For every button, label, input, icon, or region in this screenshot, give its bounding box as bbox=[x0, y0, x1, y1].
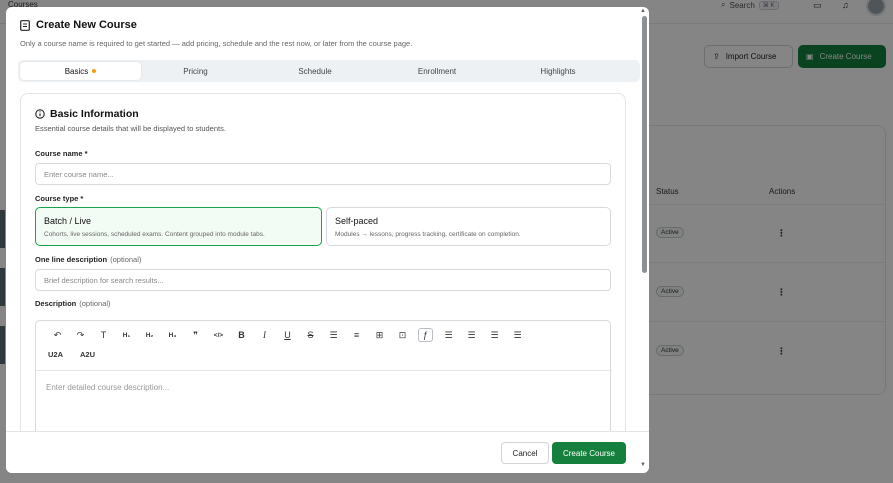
quote-icon[interactable]: ❞ bbox=[184, 328, 207, 342]
tab-label: Highlights bbox=[540, 66, 576, 76]
option-title: Batch / Live bbox=[44, 216, 92, 226]
italic-icon[interactable]: I bbox=[253, 328, 276, 342]
tab-highlights[interactable]: Highlights bbox=[494, 62, 622, 80]
align-justify-icon[interactable]: ☰ bbox=[506, 328, 529, 342]
u2a-button[interactable]: U2A bbox=[48, 350, 63, 359]
tab-basics[interactable]: Basics bbox=[20, 62, 141, 80]
dialog-header: Create New Course bbox=[20, 19, 137, 31]
tab-label: Schedule bbox=[298, 66, 332, 76]
heading-3-icon[interactable]: H₃ bbox=[161, 328, 184, 342]
one-line-description-input[interactable]: Brief description for search results... bbox=[35, 269, 611, 291]
one-line-placeholder: Brief description for search results... bbox=[44, 275, 164, 285]
course-name-label: Course name * bbox=[35, 149, 88, 158]
create-course-dialog: Create New Course Only a course name is … bbox=[6, 7, 649, 473]
tab-enrollment[interactable]: Enrollment bbox=[380, 62, 494, 80]
align-left-icon[interactable]: ☰ bbox=[437, 328, 460, 342]
tab-label: Enrollment bbox=[417, 66, 457, 76]
image-icon[interactable]: ⊡ bbox=[391, 328, 414, 342]
bold-icon[interactable]: B bbox=[230, 328, 253, 342]
bullet-list-icon[interactable]: ☰ bbox=[322, 328, 345, 342]
undo-icon[interactable]: ↶ bbox=[46, 328, 69, 342]
tab-bar: Basics Pricing Schedule Enrollment Highl… bbox=[18, 60, 640, 82]
section-title: Basic Information bbox=[35, 108, 139, 120]
scrollbar-thumb[interactable] bbox=[642, 16, 647, 273]
table-icon[interactable]: ⊞ bbox=[368, 328, 391, 342]
heading-1-icon[interactable]: H₁ bbox=[115, 328, 138, 342]
editor-toolbar: ↶ ↷ T H₁ H₂ H₃ ❞ </> B I U S ☰ ≡ ⊞ ⊡ ƒ ☰… bbox=[46, 328, 529, 342]
description-label: Description (optional) bbox=[35, 299, 111, 308]
code-icon[interactable]: </> bbox=[207, 328, 230, 342]
course-type-batch-live[interactable]: Batch / Live Cohorts, live sessions, sch… bbox=[35, 207, 322, 246]
redo-icon[interactable]: ↷ bbox=[69, 328, 92, 342]
course-name-input[interactable]: Enter course name... bbox=[35, 163, 611, 185]
description-editor-area[interactable]: Enter detailed course description... bbox=[46, 383, 169, 392]
formula-icon[interactable]: ƒ bbox=[418, 328, 433, 342]
tab-pricing[interactable]: Pricing bbox=[141, 62, 250, 80]
tab-label: Basics bbox=[64, 66, 89, 76]
info-icon bbox=[35, 109, 45, 119]
scroll-down-icon[interactable]: ▼ bbox=[640, 462, 646, 468]
option-description: Cohorts, live sessions, scheduled exams.… bbox=[44, 231, 265, 238]
editor-toolbar-row-2: U2A A2U bbox=[46, 350, 112, 359]
dialog-footer: Cancel Create Course bbox=[6, 431, 649, 473]
dialog-title: Create New Course bbox=[36, 19, 137, 31]
optional-tag: (optional) bbox=[79, 299, 111, 308]
create-course-button[interactable]: Create Course bbox=[552, 442, 626, 464]
course-type-self-paced[interactable]: Self-paced Modules → lessons, progress t… bbox=[326, 207, 611, 246]
form-icon bbox=[20, 19, 30, 31]
tab-schedule[interactable]: Schedule bbox=[250, 62, 380, 80]
course-name-placeholder: Enter course name... bbox=[44, 169, 114, 179]
ordered-list-icon[interactable]: ≡ bbox=[345, 328, 368, 342]
course-type-label: Course type * bbox=[35, 194, 84, 203]
toolbar-divider bbox=[36, 370, 612, 371]
tab-label: Pricing bbox=[183, 66, 208, 76]
text-icon[interactable]: T bbox=[92, 328, 115, 342]
section-title-text: Basic Information bbox=[50, 108, 139, 120]
dialog-subtitle: Only a course name is required to get st… bbox=[20, 39, 413, 48]
align-center-icon[interactable]: ☰ bbox=[460, 328, 483, 342]
strikethrough-icon[interactable]: S bbox=[299, 328, 322, 342]
heading-2-icon[interactable]: H₂ bbox=[138, 328, 161, 342]
one-line-label-text: One line description bbox=[35, 255, 108, 264]
a2u-button[interactable]: A2U bbox=[80, 350, 95, 359]
underline-icon[interactable]: U bbox=[276, 328, 299, 342]
section-subtitle: Essential course details that will be di… bbox=[35, 124, 226, 133]
basic-info-panel: Basic Information Essential course detai… bbox=[20, 93, 626, 473]
scroll-up-icon[interactable]: ▲ bbox=[640, 8, 646, 14]
description-label-text: Description bbox=[35, 299, 77, 308]
one-line-description-label: One line description (optional) bbox=[35, 255, 141, 264]
incomplete-dot bbox=[92, 69, 97, 73]
option-description: Modules → lessons, progress tracking, ce… bbox=[335, 231, 521, 238]
cancel-button[interactable]: Cancel bbox=[501, 442, 549, 464]
optional-tag: (optional) bbox=[110, 255, 142, 264]
align-right-icon[interactable]: ☰ bbox=[483, 328, 506, 342]
option-title: Self-paced bbox=[335, 216, 379, 226]
